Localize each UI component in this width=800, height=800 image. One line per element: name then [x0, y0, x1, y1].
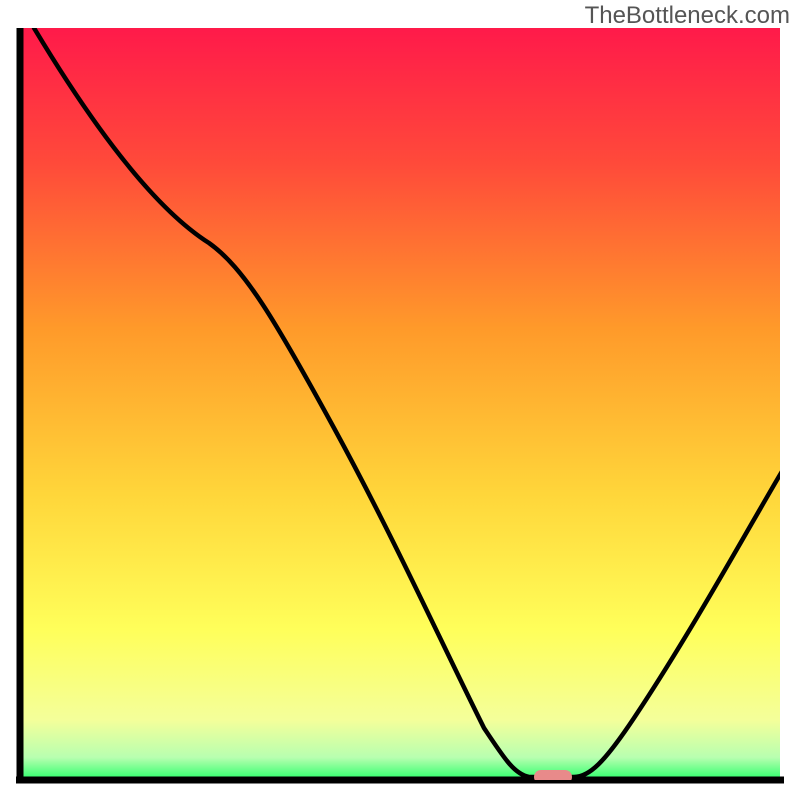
chart-container: TheBottleneck.com	[0, 0, 800, 800]
bottleneck-chart	[14, 28, 786, 786]
watermark-text: TheBottleneck.com	[585, 2, 790, 30]
